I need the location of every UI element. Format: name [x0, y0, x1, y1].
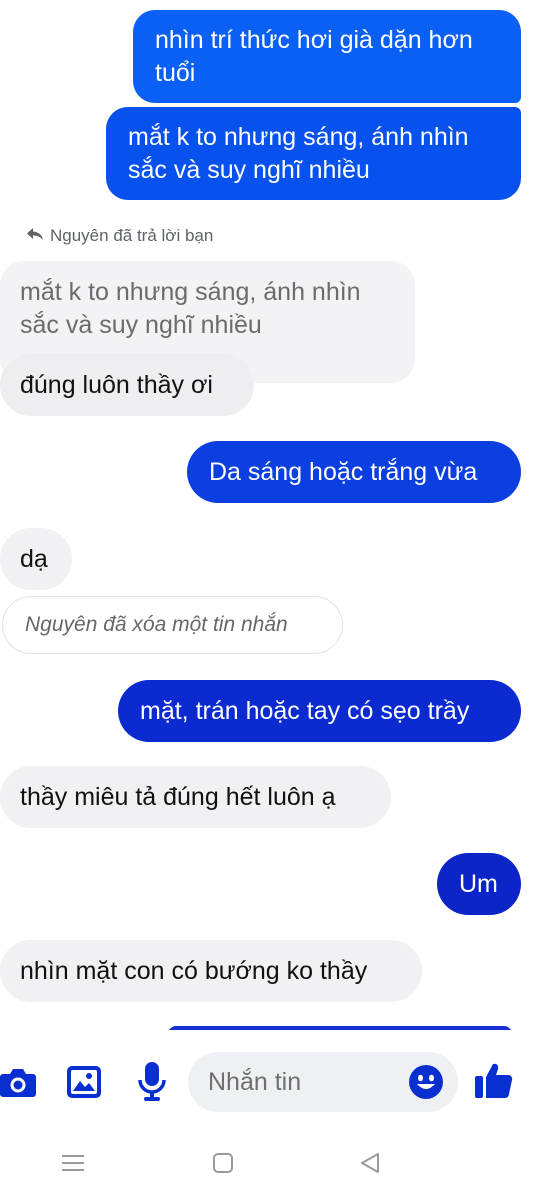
message-text: thầy miêu tả đúng hết luôn ạ — [20, 782, 336, 811]
home-icon[interactable] — [208, 1148, 238, 1178]
message-incoming[interactable]: dạ — [0, 528, 72, 590]
message-text: Da sáng hoặc trắng vừa — [209, 457, 478, 486]
message-incoming[interactable]: nhìn mặt con có bướng ko thầy — [0, 940, 422, 1002]
reply-indicator: Nguyên đã trả lời bạn — [26, 226, 213, 246]
camera-icon[interactable] — [0, 1062, 36, 1102]
message-outgoing[interactable]: nhìn trí thức hơi già dặn hơn tuổi — [133, 10, 521, 103]
reply-note-text: Nguyên đã trả lời bạn — [50, 226, 214, 245]
quoted-text: sắc và suy nghĩ nhiều — [20, 311, 262, 339]
message-list[interactable]: nhìn trí thức hơi già dặn hơn tuổi mắt k… — [0, 0, 535, 1030]
message-outgoing[interactable]: mặt, trán hoặc tay có sẹo trầy — [118, 680, 521, 742]
message-composer — [0, 1040, 535, 1130]
message-text: mắt k to nhưng sáng, ánh nhìn — [128, 122, 469, 151]
message-text: nhìn mặt con có bướng ko thầy — [20, 956, 368, 985]
deleted-message-notice: Nguyên đã xóa một tin nhắn — [2, 596, 343, 654]
deleted-message-text: Nguyên đã xóa một tin nhắn — [25, 613, 288, 636]
message-text: nhìn trí thức hơi già dặn hơn — [155, 25, 473, 54]
message-text: mặt, trán hoặc tay có sẹo trầy — [140, 696, 470, 725]
message-text: tuổi — [155, 58, 196, 87]
message-incoming[interactable]: đúng luôn thầy ơi — [0, 354, 254, 416]
message-text: dạ — [20, 544, 48, 573]
message-outgoing[interactable]: mắt k to nhưng sáng, ánh nhìn sắc và suy… — [106, 107, 521, 200]
message-text: sắc và suy nghĩ nhiều — [128, 155, 370, 184]
message-input[interactable] — [208, 1062, 398, 1102]
back-icon[interactable] — [355, 1148, 385, 1178]
message-text: đúng luôn thầy ơi — [20, 370, 213, 399]
message-outgoing-partial — [168, 1026, 512, 1030]
message-input-box[interactable] — [188, 1052, 458, 1112]
menu-icon[interactable] — [58, 1148, 88, 1178]
message-outgoing[interactable]: Um — [437, 853, 521, 915]
message-text: Um — [459, 869, 498, 898]
message-incoming[interactable]: thầy miêu tả đúng hết luôn ạ — [0, 766, 391, 828]
thumbs-up-icon[interactable] — [474, 1060, 514, 1100]
system-nav-bar — [0, 1130, 535, 1200]
reply-arrow-icon — [26, 226, 44, 246]
microphone-icon[interactable] — [134, 1060, 170, 1104]
emoji-icon[interactable] — [408, 1064, 444, 1100]
image-icon[interactable] — [66, 1062, 102, 1102]
message-outgoing[interactable]: Da sáng hoặc trắng vừa — [187, 441, 521, 503]
quoted-text: mắt k to nhưng sáng, ánh nhìn — [20, 278, 361, 306]
